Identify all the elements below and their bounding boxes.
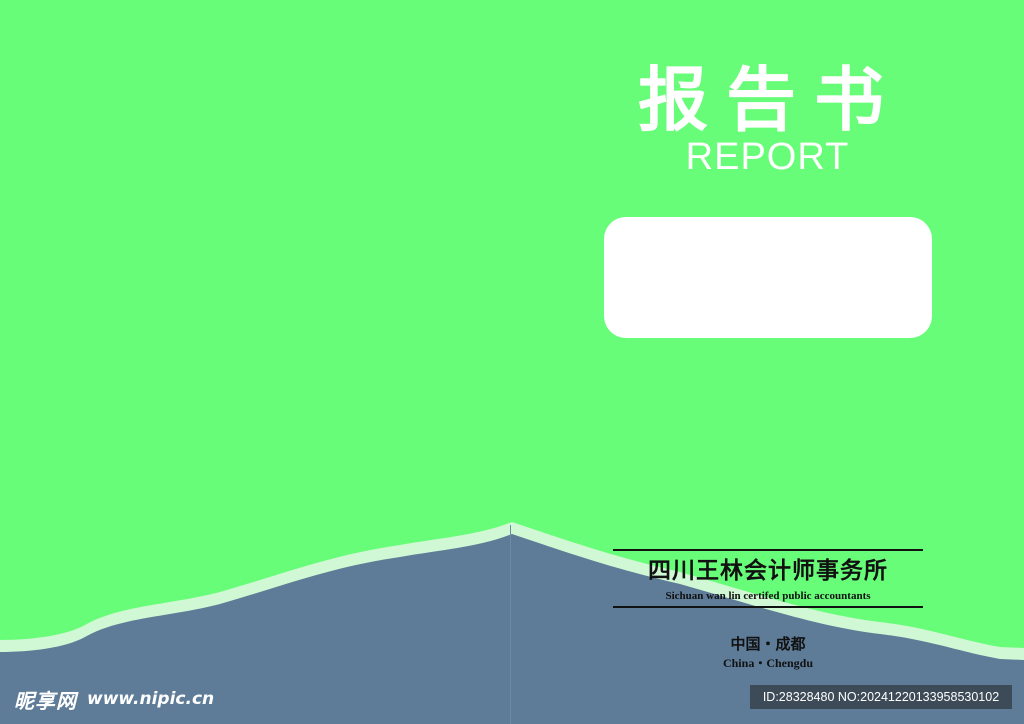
top-rule <box>613 549 923 551</box>
watermark-id: ID:28328480 NO:20241220133958530102 <box>750 685 1012 709</box>
spine-line <box>510 525 511 724</box>
bottom-rule <box>613 606 923 608</box>
report-cover: 报告书 REPORT 四川王林会计师事务所 Sichuan wan lin ce… <box>0 0 1024 724</box>
firm-name-cn: 四川王林会计师事务所 <box>648 557 888 584</box>
firm-block: 四川王林会计师事务所 Sichuan wan lin certifed publ… <box>613 549 923 608</box>
blank-title-box <box>604 217 932 338</box>
watermark-url: www.nipic.cn <box>87 689 215 709</box>
location-cn: 中国・成都 <box>730 635 806 653</box>
watermark-logo: 昵享网 www.nipic.cn <box>14 686 215 713</box>
firm-name-en: Sichuan wan lin certifed public accounta… <box>665 590 871 602</box>
location-en: China・Chengdu <box>722 656 814 670</box>
title-cn: 报告书 <box>638 58 902 141</box>
watermark-logo-text: 昵享网 <box>14 688 77 713</box>
title-en: REPORT <box>685 136 850 178</box>
